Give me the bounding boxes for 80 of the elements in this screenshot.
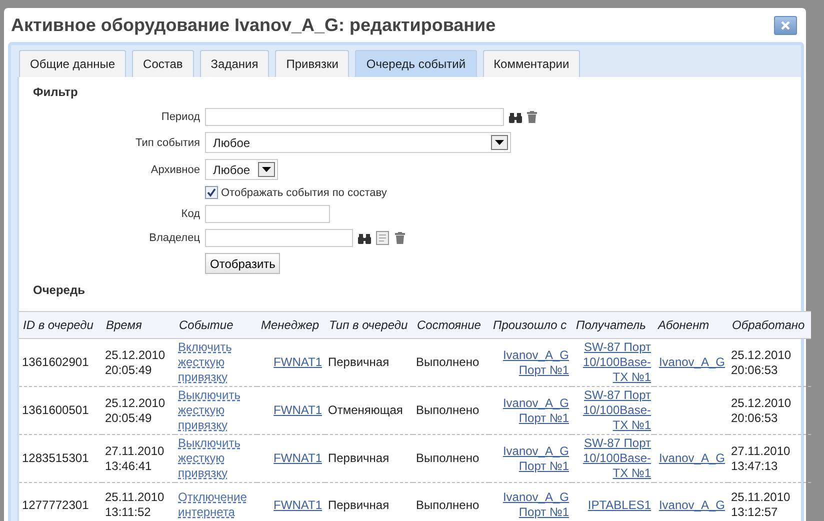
tab[interactable]: Привязки	[275, 50, 350, 77]
code-field[interactable]	[205, 205, 330, 223]
field-label: Код	[181, 208, 200, 220]
tab[interactable]: Очередь событий	[355, 50, 477, 77]
checkbox-label: Отображать события по составу	[221, 186, 387, 198]
event-link[interactable]: Выключить жесткую привязку	[178, 388, 254, 433]
notepad-icon[interactable]	[376, 231, 390, 245]
tab[interactable]: Состав	[132, 50, 194, 77]
show-button[interactable]: Отобразить	[205, 253, 280, 274]
table-cell: Первичная	[328, 498, 390, 512]
recipient-link[interactable]: SW-87 Порт 10/100Base-TX №1	[575, 436, 651, 481]
column-header[interactable]: Менеджер	[257, 312, 325, 338]
tab[interactable]: Комментарии	[482, 50, 580, 77]
column-header[interactable]: Тип в очереди	[325, 312, 413, 338]
table-cell: 25.11.2010 13:11:52	[105, 490, 164, 519]
trash-icon[interactable]	[527, 111, 537, 123]
close-icon	[781, 20, 790, 30]
checkbox[interactable]	[205, 186, 218, 199]
field-label: Владелец	[149, 232, 200, 244]
column-header[interactable]: Получатель	[572, 312, 654, 338]
table-cell: 27.11.2010 13:47:13	[731, 444, 790, 472]
queue-heading: Очередь	[33, 283, 86, 297]
table-cell: 25.12.2010 20:05:49	[105, 396, 166, 424]
owner-field[interactable]	[205, 229, 353, 247]
recipient-link[interactable]: SW-87 Порт 10/100Base-TX №1	[575, 388, 651, 433]
column-header[interactable]: Обработано	[728, 312, 811, 338]
table-cell: 27.11.2010 13:46:41	[105, 444, 164, 472]
event-link[interactable]: Выключить жесткую привязку	[178, 436, 254, 481]
subscriber-link[interactable]: Ivanov_A_G	[658, 451, 725, 466]
manager-link[interactable]: FWNAT1	[274, 403, 322, 418]
field-label: Период	[161, 111, 200, 123]
table-cell: Первичная	[328, 451, 390, 465]
window-title: Активное оборудование Ivanov_A_G: редактирование	[11, 14, 496, 36]
table-cell: 1277772301	[22, 498, 89, 512]
source-link[interactable]: Ivanov_A_G Порт №1	[492, 348, 569, 378]
tab[interactable]: Задания	[200, 50, 270, 77]
manager-link[interactable]: FWNAT1	[274, 355, 322, 370]
table-cell: 25.12.2010 20:05:49	[105, 348, 166, 376]
manager-link[interactable]: FWNAT1	[274, 451, 322, 466]
table-cell: 25.11.2010 13:12:57	[731, 490, 790, 519]
table-cell: Выполнено	[416, 355, 480, 369]
table-cell: Выполнено	[416, 403, 480, 417]
event-link[interactable]: Включить жесткую привязку	[178, 340, 254, 385]
table-cell: 1283515301	[22, 451, 89, 465]
binoculars-icon[interactable]	[509, 112, 522, 122]
table-cell: Отменяющая	[328, 403, 403, 417]
manager-link[interactable]: FWNAT1	[274, 498, 322, 512]
column-header[interactable]: Время	[102, 312, 175, 338]
table-cell: Первичная	[328, 355, 390, 369]
binoculars-icon[interactable]	[358, 232, 371, 244]
event-type-dropdown[interactable]: Любое	[205, 132, 511, 153]
subscriber-link[interactable]: Ivanov_A_G	[658, 355, 725, 370]
column-header[interactable]: Абонент	[654, 312, 728, 338]
table-cell: 1361600501	[22, 403, 89, 417]
table-cell: Выполнено	[416, 498, 480, 512]
tab[interactable]: Общие данные	[19, 50, 126, 77]
filter-heading: Фильтр	[33, 85, 79, 99]
table-cell: 25.12.2010 20:06:53	[731, 348, 792, 376]
source-link[interactable]: Ivanov_A_G Порт №1	[492, 396, 569, 426]
recipient-link[interactable]: SW-87 Порт 10/100Base-TX №1	[575, 340, 651, 385]
dropdown-caret-icon	[262, 167, 271, 172]
field-label: Тип события	[136, 136, 200, 148]
source-link[interactable]: Ivanov_A_G Порт №1	[492, 444, 569, 474]
field-label: Архивное	[150, 164, 200, 176]
source-link[interactable]: Ivanov_A_G Порт №1	[492, 490, 569, 520]
recipient-link[interactable]: IPTABLES1	[588, 498, 651, 512]
column-header[interactable]: Состояние	[413, 312, 489, 338]
archive-dropdown[interactable]: Любое	[205, 159, 278, 180]
subscriber-link[interactable]: Ivanov_A_G	[658, 498, 725, 512]
trash-icon[interactable]	[395, 232, 405, 244]
column-header[interactable]: Событие	[175, 312, 257, 338]
close-button[interactable]	[774, 16, 797, 34]
table-cell: 25.12.2010 20:06:53	[731, 396, 792, 424]
period-field[interactable]	[205, 108, 504, 126]
dropdown-caret-icon	[495, 140, 504, 145]
column-header[interactable]: Произошло с	[489, 312, 572, 338]
table-cell: 1361602901	[22, 355, 89, 369]
event-link[interactable]: Отключение интернета	[178, 490, 254, 520]
column-header[interactable]: ID в очереди	[19, 312, 102, 338]
table-cell: Выполнено	[416, 451, 480, 465]
